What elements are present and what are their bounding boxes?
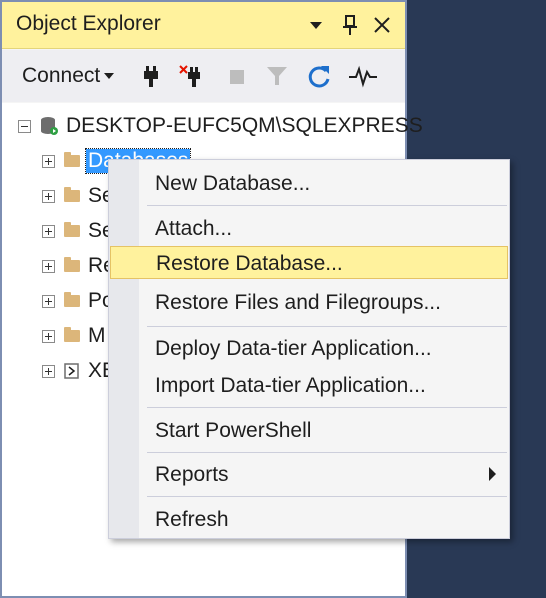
menu-item-label: Reports — [155, 463, 229, 486]
panel-titlebar: Object Explorer — [2, 2, 405, 49]
expand-icon[interactable] — [42, 259, 55, 273]
disconnect-icon[interactable] — [178, 64, 202, 88]
tree-item[interactable]: Se — [42, 180, 114, 212]
menu-item-label: Deploy Data-tier Application... — [155, 337, 432, 360]
expand-icon[interactable] — [42, 154, 55, 168]
menu-item-label: Restore Database... — [156, 252, 343, 275]
menu-item-reports[interactable]: Reports — [110, 458, 508, 491]
expand-icon[interactable] — [42, 364, 55, 378]
folder-icon — [64, 222, 80, 237]
menu-item-label: Restore Files and Filegroups... — [155, 291, 441, 314]
folder-icon — [64, 257, 80, 272]
refresh-icon[interactable] — [307, 64, 331, 88]
menu-item-import-data-tier[interactable]: Import Data-tier Application... — [110, 369, 508, 402]
expand-icon[interactable] — [42, 294, 55, 308]
server-icon — [40, 116, 58, 136]
menu-item-restore-files[interactable]: Restore Files and Filegroups... — [110, 286, 508, 319]
expand-icon[interactable] — [42, 224, 55, 238]
menu-item-restore-database[interactable]: Restore Database... — [110, 246, 508, 279]
tree-item[interactable]: Po — [42, 285, 114, 317]
stop-icon[interactable] — [226, 64, 250, 88]
folder-icon — [64, 327, 80, 342]
chevron-down-icon — [104, 73, 115, 80]
connect-plug-icon[interactable] — [139, 64, 163, 88]
activity-monitor-icon[interactable] — [348, 64, 377, 88]
object-explorer-toolbar: Connect — [2, 50, 405, 102]
close-icon[interactable] — [370, 2, 394, 48]
xevent-icon — [64, 363, 80, 379]
menu-item-start-powershell[interactable]: Start PowerShell — [110, 414, 508, 447]
filter-icon[interactable] — [265, 64, 289, 88]
menu-separator — [147, 326, 507, 327]
menu-item-label: New Database... — [155, 172, 311, 195]
menu-item-new-database[interactable]: New Database... — [110, 167, 508, 200]
tree-item[interactable]: Re — [42, 250, 115, 282]
tree-root-server[interactable]: DESKTOP-EUFC5QM\SQLEXPRESS — [18, 110, 423, 142]
tree-item[interactable]: M — [42, 320, 106, 352]
dropdown-arrow-icon[interactable] — [304, 2, 328, 48]
menu-item-label: Start PowerShell — [155, 419, 312, 442]
folder-icon — [64, 187, 80, 202]
menu-item-refresh[interactable]: Refresh — [110, 503, 508, 536]
menu-separator — [147, 407, 507, 408]
menu-item-attach[interactable]: Attach... — [110, 212, 508, 245]
folder-icon — [64, 292, 80, 307]
tree-item[interactable]: XE — [42, 355, 116, 387]
menu-item-label: Import Data-tier Application... — [155, 374, 426, 397]
tree-item-label: M — [88, 324, 106, 347]
connect-button[interactable]: Connect — [22, 64, 115, 88]
connect-label: Connect — [22, 64, 101, 87]
menu-separator — [147, 452, 507, 453]
tree-item[interactable]: Se — [42, 215, 114, 247]
collapse-icon[interactable] — [18, 119, 31, 133]
pin-icon[interactable] — [338, 2, 362, 48]
menu-separator — [147, 205, 507, 206]
submenu-arrow-icon — [489, 467, 496, 481]
expand-icon[interactable] — [42, 329, 55, 343]
expand-icon[interactable] — [42, 189, 55, 203]
panel-title: Object Explorer — [16, 12, 161, 35]
folder-icon — [64, 152, 80, 167]
server-name: DESKTOP-EUFC5QM\SQLEXPRESS — [66, 114, 423, 137]
menu-item-label: Attach... — [155, 217, 233, 240]
menu-item-label: Refresh — [155, 508, 229, 531]
menu-item-deploy-data-tier[interactable]: Deploy Data-tier Application... — [110, 332, 508, 365]
context-menu: New Database... Attach... Restore Databa… — [108, 159, 510, 539]
menu-separator — [147, 496, 507, 497]
